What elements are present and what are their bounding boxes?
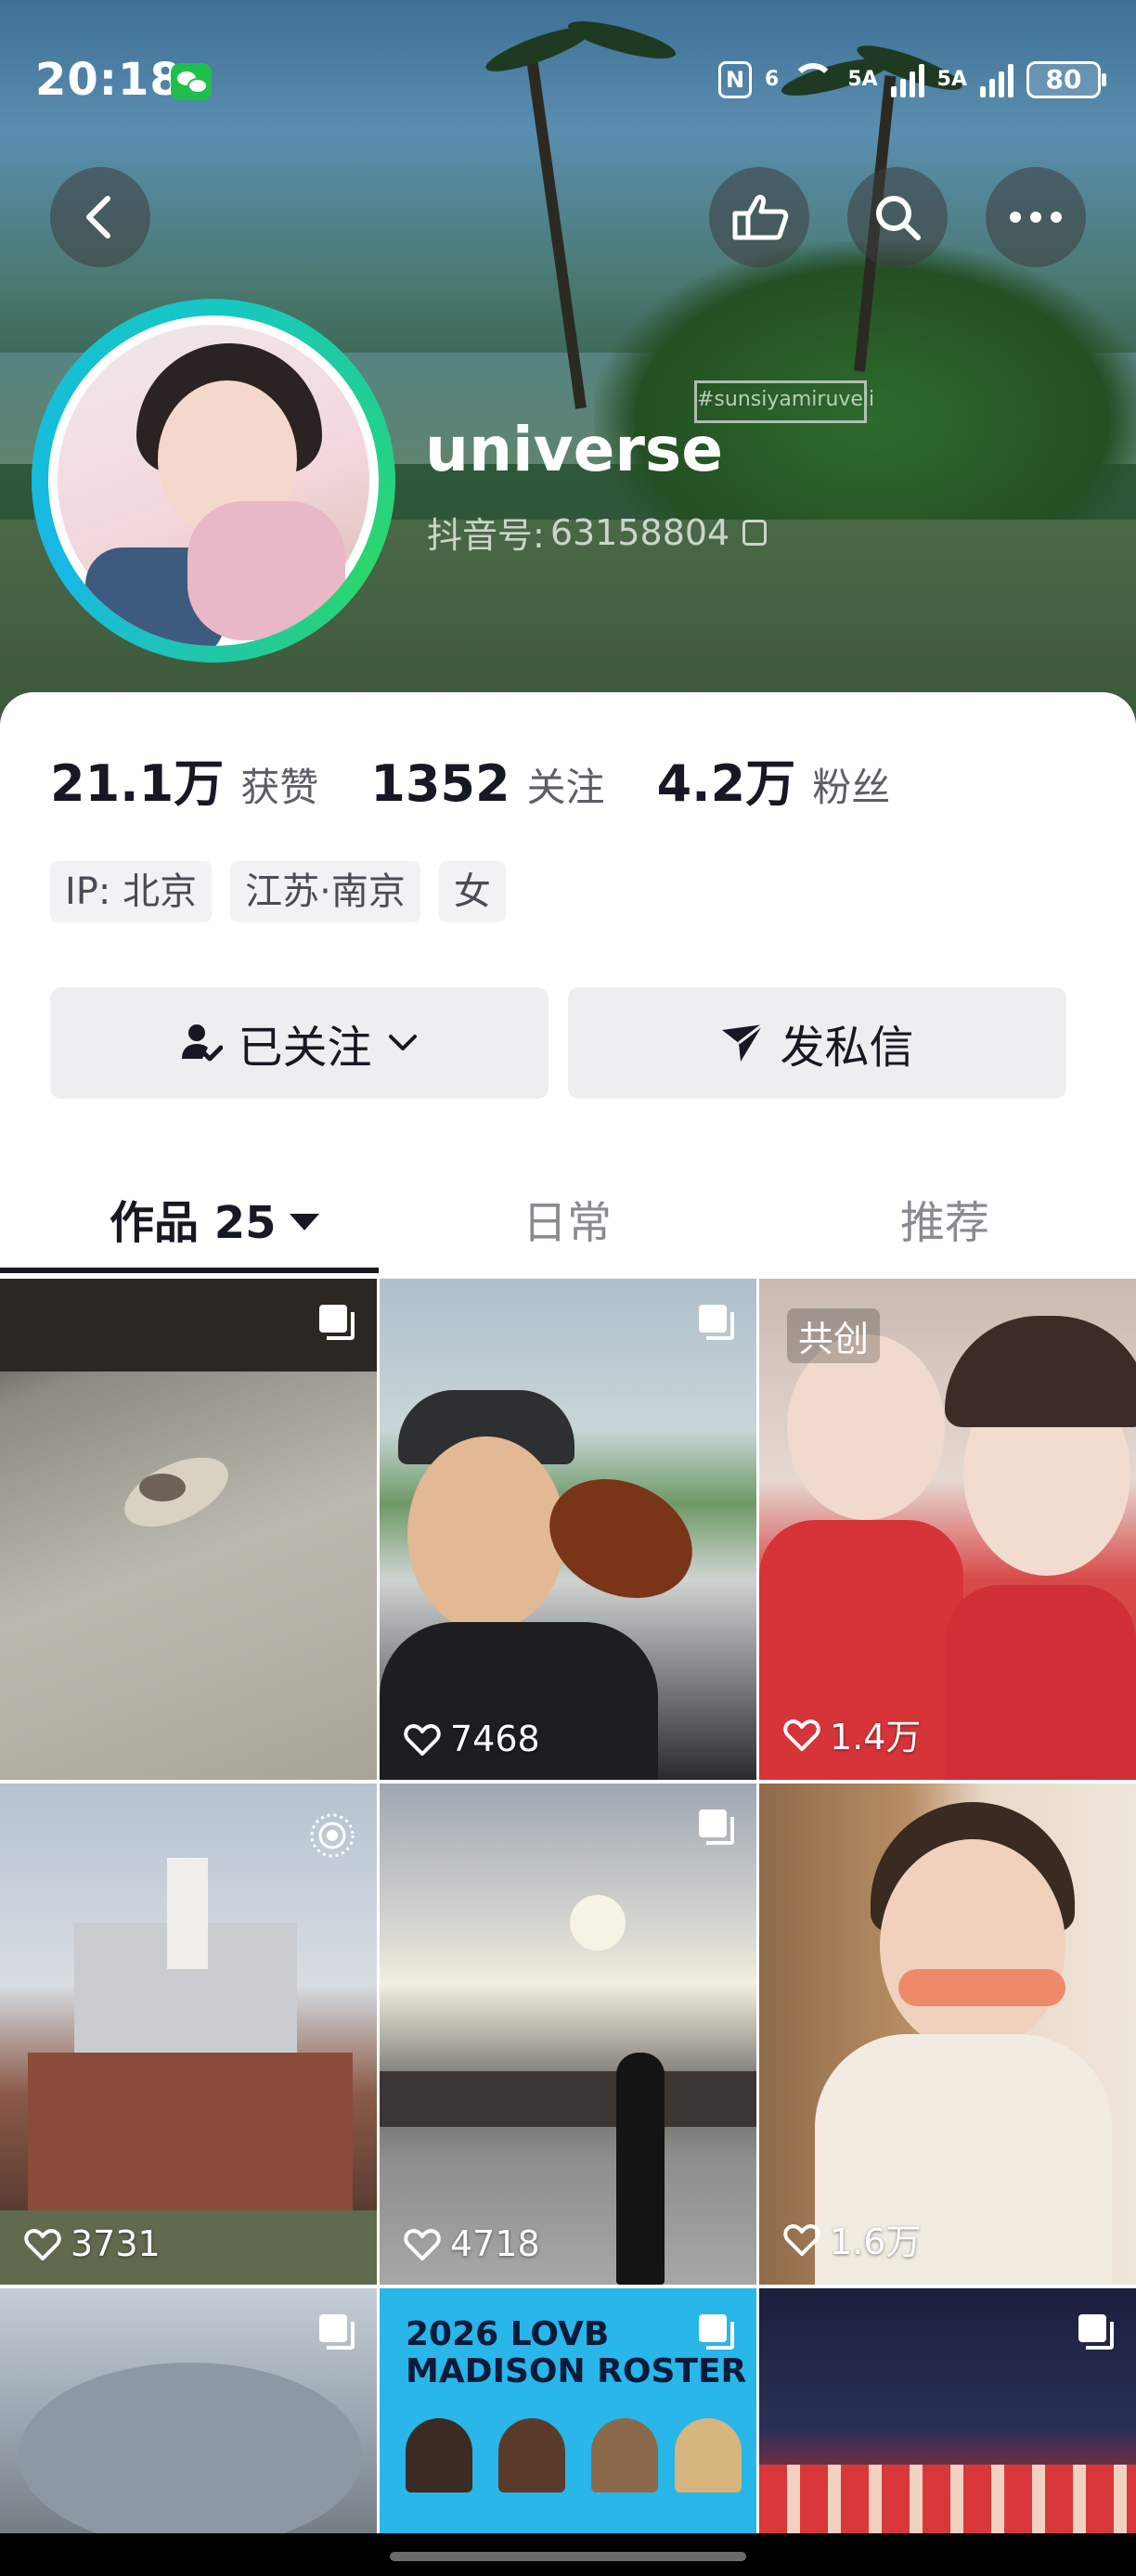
following-count[interactable]: 1352 <box>370 754 510 813</box>
home-indicator[interactable] <box>390 2552 746 2561</box>
douyin-id-label: 抖音号: <box>427 515 545 556</box>
search-icon <box>876 196 921 240</box>
more-button[interactable] <box>986 167 1086 267</box>
back-button[interactable] <box>50 167 150 267</box>
profile-name: universe <box>425 414 723 485</box>
caret-down-icon <box>289 1214 319 1230</box>
tag-location: 江苏·南京 <box>230 861 420 922</box>
multi-image-icon <box>699 1810 734 1845</box>
heart-icon <box>404 2229 441 2260</box>
battery-icon: 80 <box>1026 61 1106 98</box>
wechat-notification-icon <box>171 63 212 100</box>
tab-works-label: 作品 25 <box>110 1197 277 1249</box>
followers-count[interactable]: 4.2万 <box>657 742 796 816</box>
likes-label[interactable]: 获赞 <box>240 756 318 813</box>
pat-button[interactable] <box>709 167 809 267</box>
like-count-value: 3731 <box>71 2223 161 2264</box>
tab-daily[interactable]: 日常 <box>523 1186 612 1251</box>
heart-icon <box>783 1719 820 1751</box>
heart-icon <box>24 2229 61 2260</box>
user-check-icon <box>182 1024 224 1062</box>
signal-label-2: 5A <box>847 68 878 91</box>
profile-page: #sunsiyamiruveli 20:18 N 6 5A 5A 80 univ… <box>0 0 1136 2576</box>
more-dots-icon <box>1010 212 1062 223</box>
copy-icon[interactable] <box>742 519 768 546</box>
heart-icon <box>783 2223 820 2256</box>
like-count-value: 7468 <box>450 1719 540 1759</box>
profile-tags: IP: 北京 江苏·南京 女 <box>50 861 506 922</box>
likes-count[interactable]: 21.1万 <box>50 742 224 816</box>
wifi-icon <box>792 63 835 97</box>
chevron-down-icon <box>388 1035 417 1050</box>
tag-ip: IP: 北京 <box>50 861 213 922</box>
like-count-value: 1.4万 <box>830 1717 922 1758</box>
multi-image-icon <box>319 2314 355 2350</box>
like-count-value: 1.6万 <box>830 2222 922 2262</box>
avatar[interactable] <box>48 316 379 646</box>
video-thumbnail[interactable]: 共创 1.4万 <box>759 1279 1136 1780</box>
profile-stats: 21.1万 获赞 1352 关注 4.2万 粉丝 <box>50 742 942 816</box>
video-thumbnail[interactable]: 1.6万 <box>759 1784 1136 2285</box>
multi-image-icon <box>699 2314 734 2350</box>
send-icon <box>722 1023 765 1062</box>
content-tabs: 作品 25 日常 推荐 <box>0 1160 1136 1271</box>
cell-signal-icon <box>890 62 924 97</box>
chevron-left-icon <box>86 196 110 238</box>
status-time: 20:18 <box>35 54 182 106</box>
pointing-hand-icon <box>732 194 789 240</box>
video-thumbnail[interactable] <box>0 1279 377 1780</box>
tab-active-indicator <box>0 1268 379 1273</box>
live-photo-icon <box>310 1813 355 1858</box>
like-count: 4718 <box>404 2223 540 2264</box>
status-bar: 20:18 N 6 5A 5A 80 <box>0 0 1136 158</box>
following-button[interactable]: 已关注 <box>50 987 549 1099</box>
message-button-label: 发私信 <box>780 1022 914 1074</box>
multi-image-icon <box>319 1305 355 1340</box>
like-count: 3731 <box>24 2223 161 2264</box>
message-button[interactable]: 发私信 <box>568 987 1066 1099</box>
cell-signal-icon-2 <box>980 62 1013 97</box>
video-thumbnail[interactable]: 3731 <box>0 1784 377 2285</box>
video-thumbnail[interactable]: 2026 LOVB MADISON ROSTER <box>380 2288 756 2567</box>
video-thumbnail[interactable] <box>759 2288 1136 2567</box>
tag-gender: 女 <box>438 861 506 922</box>
nfc-icon: N <box>718 61 752 98</box>
roster-title-line2: MADISON ROSTER <box>406 2352 747 2390</box>
tab-works[interactable]: 作品 25 <box>110 1186 319 1251</box>
following-button-label: 已关注 <box>238 1022 372 1074</box>
signal-label-1: 6 <box>765 68 780 91</box>
multi-image-icon <box>1078 2314 1114 2350</box>
douyin-id-value: 63158804 <box>549 511 730 553</box>
followers-label[interactable]: 粉丝 <box>812 756 890 813</box>
like-count: 1.6万 <box>783 2213 921 2264</box>
following-label[interactable]: 关注 <box>527 756 605 813</box>
like-count-value: 4718 <box>450 2223 540 2264</box>
video-thumbnail[interactable]: 7468 <box>380 1279 756 1780</box>
video-thumbnail[interactable]: 4718 <box>380 1784 756 2285</box>
multi-image-icon <box>699 1305 734 1340</box>
like-count: 1.4万 <box>783 1708 921 1759</box>
douyin-id-row[interactable]: 抖音号: 63158804 <box>427 507 768 558</box>
video-grid: 7468 共创 1.4万 3731 4718 1.6万 2026 LOVB MA… <box>0 1279 1136 2576</box>
search-button[interactable] <box>847 167 948 267</box>
heart-icon <box>404 1724 441 1756</box>
cocreate-badge: 共创 <box>787 1308 881 1363</box>
video-thumbnail[interactable] <box>0 2288 377 2567</box>
like-count: 7468 <box>404 1719 540 1759</box>
tab-recommend[interactable]: 推荐 <box>900 1186 989 1251</box>
signal-label-3: 5A <box>936 68 967 91</box>
